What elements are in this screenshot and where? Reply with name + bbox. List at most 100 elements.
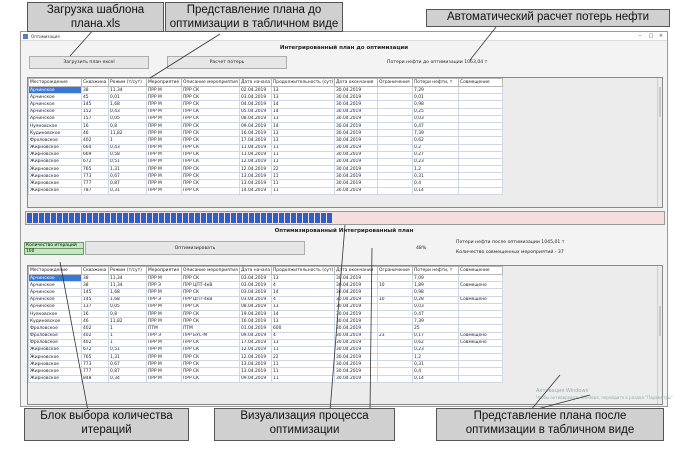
table-cell[interactable]: 16: [81, 309, 109, 319]
column-header[interactable]: Мероприятие: [146, 78, 182, 87]
table-cell[interactable]: 05.04.2019: [239, 107, 272, 116]
table-cell[interactable]: 157: [81, 114, 109, 123]
table-cell[interactable]: 22: [271, 165, 335, 174]
table-cell[interactable]: 765: [81, 353, 109, 362]
table-cell[interactable]: Арчинское: [28, 100, 82, 109]
table-cell[interactable]: [458, 367, 503, 376]
table-cell[interactable]: 11,82: [108, 317, 147, 326]
table-cell[interactable]: 0,67: [108, 172, 147, 181]
table-cell[interactable]: Арчинское: [28, 281, 82, 290]
table-cell[interactable]: ПРР М: [146, 345, 182, 355]
table-cell[interactable]: ПРР СК: [181, 129, 240, 138]
table-cell[interactable]: [458, 345, 503, 355]
table-cell[interactable]: 12.04.2019: [239, 165, 272, 174]
table-cell[interactable]: 01.04.2019: [239, 324, 272, 333]
table-cell[interactable]: Жирновское: [28, 345, 82, 355]
table-cell[interactable]: ПРР СК: [181, 374, 240, 383]
table-cell[interactable]: ПТМ: [181, 324, 240, 333]
table-cell[interactable]: 664: [81, 143, 109, 152]
table-cell[interactable]: 145: [81, 295, 109, 304]
table-cell[interactable]: ПРР М: [146, 114, 182, 123]
table-cell[interactable]: 765: [81, 165, 109, 174]
table-cell[interactable]: 0,03: [412, 114, 459, 123]
table-cell[interactable]: 0,01: [412, 93, 459, 102]
table-cell[interactable]: [458, 85, 503, 95]
table-cell[interactable]: 13: [271, 93, 335, 102]
table-cell[interactable]: 30.04.2019: [334, 85, 378, 95]
table-cell[interactable]: 11,34: [108, 85, 147, 95]
table-cell[interactable]: [377, 157, 413, 167]
table-cell[interactable]: ПРР СК: [181, 114, 240, 123]
table-cell[interactable]: 30.04.2019: [334, 360, 378, 369]
table-cell[interactable]: 0,31: [412, 360, 459, 369]
table-cell[interactable]: 30.04.2019: [334, 172, 378, 181]
table-cell[interactable]: 12.04.2019: [239, 157, 272, 167]
table-cell[interactable]: 25: [412, 324, 459, 333]
table-cell[interactable]: 11: [271, 143, 335, 152]
table-cell[interactable]: [458, 136, 503, 145]
table-cell[interactable]: ПРР М: [146, 107, 182, 116]
table-cell[interactable]: ПРР СК: [181, 179, 240, 188]
table-row[interactable]: Жирновское 672 0,51 ПРР М ПРР СК 12.04.2019 11…: [28, 157, 503, 167]
table-cell[interactable]: [458, 324, 503, 333]
table-cell[interactable]: ПРР СК: [181, 100, 240, 109]
table-cell[interactable]: 30.04.2019: [334, 157, 378, 167]
table-row[interactable]: Арчинское 38 11,34 ПРР Э ПРР ЦПТ-4кВ 03.04.20…: [28, 281, 503, 290]
table-cell[interactable]: ПРР М: [146, 353, 182, 362]
table-row[interactable]: Арчинское 145 1,68 ПРР М ПРР СК 03.04.2019 14 3…: [28, 288, 503, 297]
table-cell[interactable]: [458, 93, 503, 102]
table-cell[interactable]: ПРР ЦПТ-4кВ: [181, 295, 240, 304]
table-cell[interactable]: ПРР СК: [181, 107, 240, 116]
table-cell[interactable]: 12.04.2019: [239, 345, 272, 355]
table-cell[interactable]: Жирновское: [28, 367, 82, 376]
table-row[interactable]: Арчинское 145 1,68 ПРР Э ПРР ЦПТ-4кВ 03.04.20…: [28, 295, 503, 304]
close-icon[interactable]: ×: [656, 32, 666, 41]
table-cell[interactable]: 11: [271, 172, 335, 181]
table-cell[interactable]: 0,87: [108, 179, 147, 188]
table-cell[interactable]: 0,03: [412, 302, 459, 311]
table-cell[interactable]: ПРР СК: [181, 186, 240, 195]
table-cell[interactable]: 11: [271, 150, 335, 159]
table-cell[interactable]: [458, 107, 503, 116]
table-cell[interactable]: 0,51: [108, 345, 147, 355]
table-row[interactable]: Арчинское 38 11,34 ПРР М ПРР СК 03.04.2019 13 3…: [28, 273, 503, 283]
table-row[interactable]: Жирновское 765 1,31 ПРР М ПРР СК 12.04.2019 22…: [28, 165, 503, 174]
table-cell[interactable]: ПРР СК: [181, 150, 240, 159]
table-cell[interactable]: Жирновское: [28, 143, 82, 152]
table-row[interactable]: Арчинское 137 0,05 ПРР М ПРР СК 08.04.2019 13 3…: [28, 302, 503, 311]
table-cell[interactable]: 13: [271, 129, 335, 138]
table-cell[interactable]: [458, 288, 503, 297]
vertical-scrollbar[interactable]: [657, 78, 662, 207]
table-cell[interactable]: 03.04.2019: [239, 281, 272, 290]
table-cell[interactable]: Совмещено: [458, 281, 503, 290]
table-cell[interactable]: 30.04.2019: [334, 295, 378, 304]
table-cell[interactable]: ПРР М: [146, 172, 182, 181]
table-cell[interactable]: 13: [271, 136, 335, 145]
column-header[interactable]: Мероприятие: [146, 266, 182, 275]
table-cell[interactable]: 13.04.2019: [239, 179, 272, 188]
table-cell[interactable]: 30.04.2019: [334, 288, 378, 297]
table-cell[interactable]: 13.04.2019: [239, 360, 272, 369]
table-cell[interactable]: 10: [377, 281, 413, 290]
table-cell[interactable]: Совмещено: [458, 331, 503, 340]
table-cell[interactable]: Фроловское: [28, 136, 82, 145]
table-cell[interactable]: Жирновское: [28, 179, 82, 188]
table-cell[interactable]: 1,2: [412, 165, 459, 174]
table-cell[interactable]: ПРР СК: [181, 93, 240, 102]
table-cell[interactable]: Жирновское: [28, 172, 82, 181]
table-cell[interactable]: [377, 302, 413, 311]
table-cell[interactable]: 13: [271, 85, 335, 95]
column-header[interactable]: Месторождение: [28, 78, 82, 87]
table-cell[interactable]: 11: [271, 345, 335, 355]
table-cell[interactable]: ПРР СК: [181, 157, 240, 167]
table-cell[interactable]: Арчинское: [28, 302, 82, 311]
table-cell[interactable]: [377, 345, 413, 355]
table-cell[interactable]: 14: [271, 107, 335, 116]
column-header[interactable]: Дата начала: [239, 266, 272, 275]
table-cell[interactable]: 08.04.2019: [239, 302, 272, 311]
table-cell[interactable]: 0,51: [108, 157, 147, 167]
table-cell[interactable]: [458, 121, 503, 131]
table-cell[interactable]: Жирновское: [28, 165, 82, 174]
table-cell[interactable]: 1,68: [108, 288, 147, 297]
table-cell[interactable]: 0,4: [412, 179, 459, 188]
